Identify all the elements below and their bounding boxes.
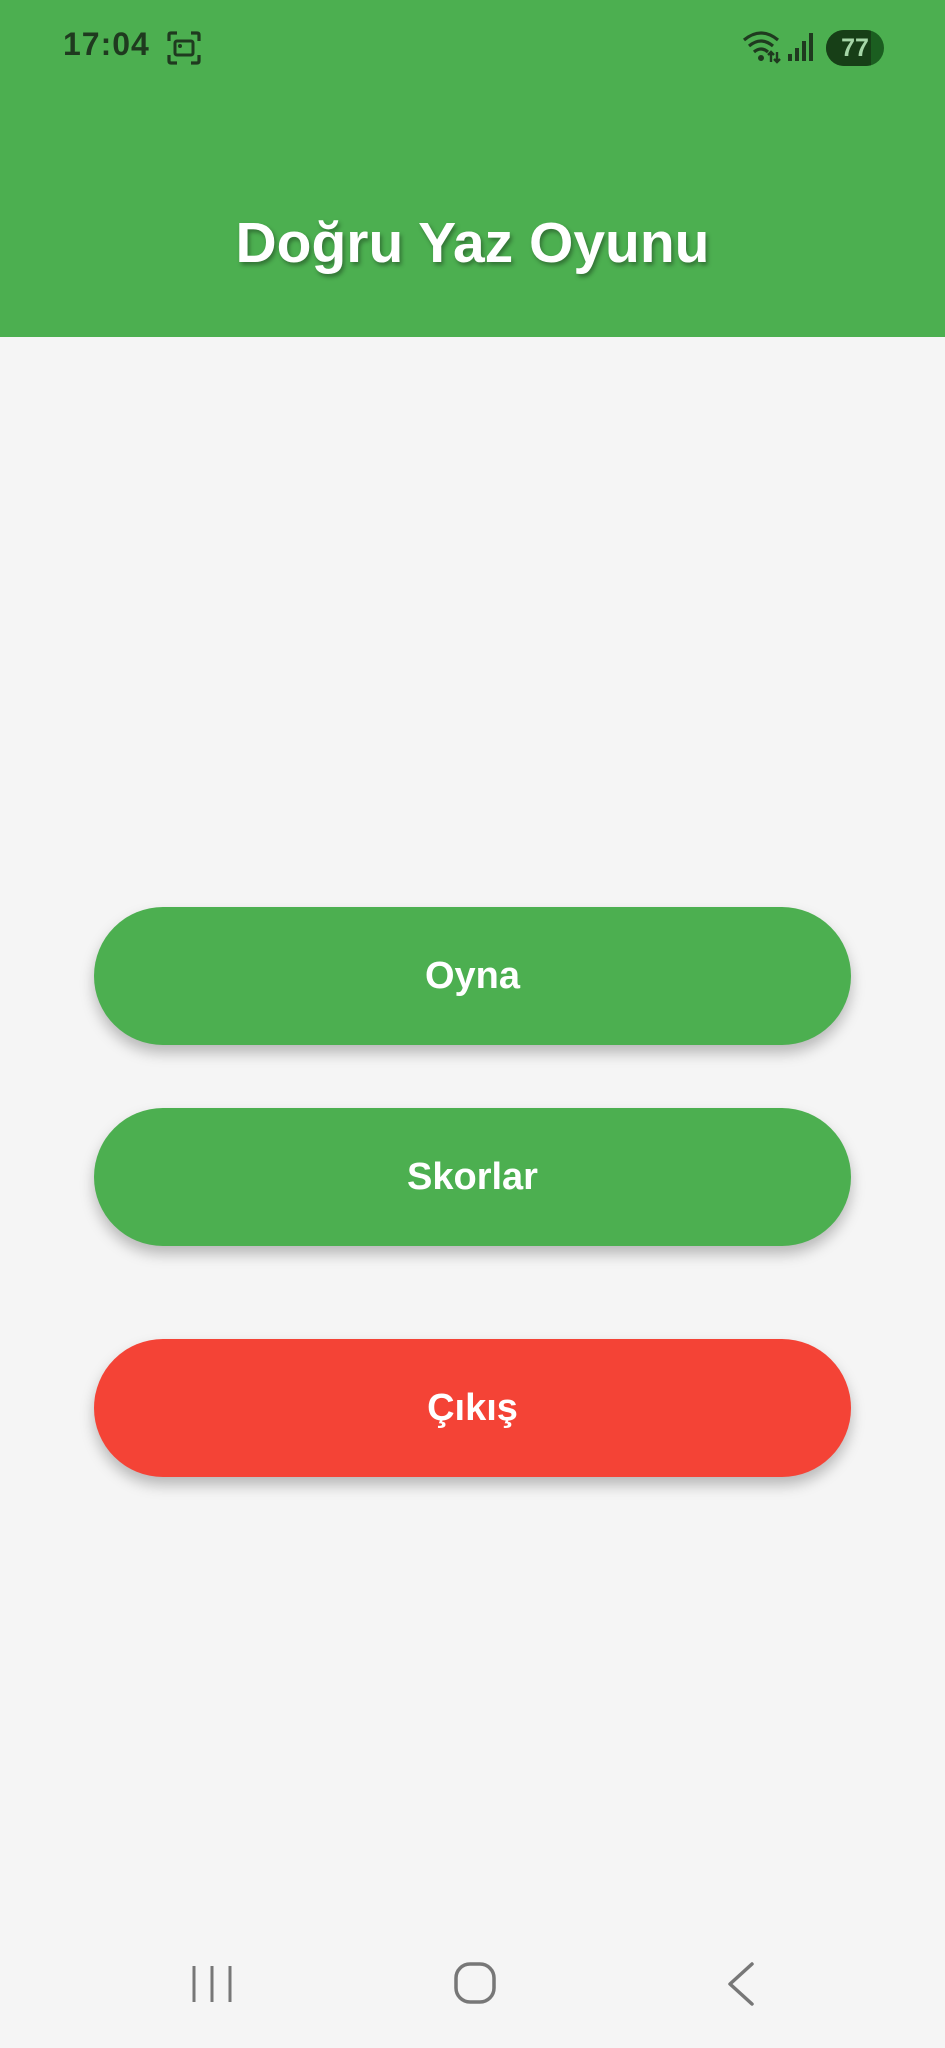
play-button[interactable]: Oyna [94,907,851,1045]
scores-button[interactable]: Skorlar [94,1108,851,1246]
wifi-icon [742,31,781,64]
recents-icon[interactable] [190,1962,234,2006]
back-icon[interactable] [722,1960,758,2008]
page-title: Doğru Yaz Oyunu [235,211,710,275]
exit-button[interactable]: Çıkış [94,1339,851,1477]
app-header: 17:04 77 Doğru Yaz Oyunu [0,0,945,337]
screenshot-icon [167,31,201,65]
home-icon[interactable] [452,1960,498,2006]
status-bar: 17:04 77 [0,0,945,95]
battery-icon: 77 [826,30,884,66]
battery-level: 77 [841,34,869,62]
signal-icon [788,33,813,61]
navigation-bar [0,1940,945,2030]
status-time: 17:04 [63,26,150,62]
